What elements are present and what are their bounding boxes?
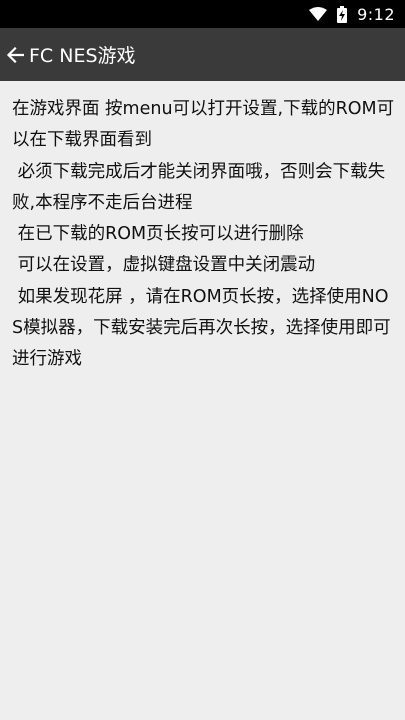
instruction-line: 在游戏界面 按menu可以打开设置,下载的ROM可以在下载界面看到 xyxy=(12,99,395,151)
page-title: FC NES游戏 xyxy=(29,45,136,67)
status-bar: 9:12 xyxy=(0,0,405,28)
instructions-text: 在游戏界面 按menu可以打开设置,下载的ROM可以在下载界面看到 必须下载完成… xyxy=(12,94,397,376)
wifi-icon xyxy=(309,7,328,21)
back-button[interactable] xyxy=(1,28,29,81)
instruction-line: 如果发现花屏 ，请在ROM页长按，选择使用NOS模拟器，下载安装完后再次长按，选… xyxy=(12,286,391,370)
status-time: 9:12 xyxy=(357,4,395,24)
instruction-line: 在已下载的ROM页长按可以进行删除 xyxy=(12,224,304,245)
instruction-line: 可以在设置，虚拟键盘设置中关闭震动 xyxy=(12,255,316,276)
instruction-line: 必须下载完成后才能关闭界面哦，否则会下载失败,本程序不走后台进程 xyxy=(12,161,386,213)
battery-charging-icon xyxy=(337,5,348,23)
arrow-left-icon xyxy=(6,46,24,63)
app-bar: FC NES游戏 xyxy=(0,28,405,81)
